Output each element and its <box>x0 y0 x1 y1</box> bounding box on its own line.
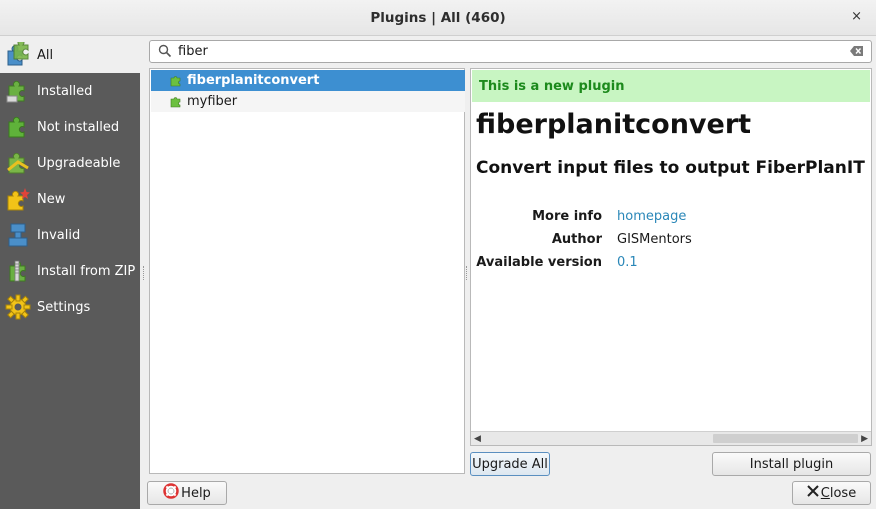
scrollbar-thumb[interactable] <box>713 434 858 443</box>
close-mnemonic: C <box>820 485 830 501</box>
sidebar-item-label: Settings <box>37 299 91 315</box>
sidebar-item-label: Invalid <box>37 227 81 243</box>
sidebar-item-new[interactable]: New <box>0 181 140 217</box>
info-row-more-info: More info homepage <box>471 209 871 227</box>
settings-gear-icon <box>5 294 31 320</box>
details-horizontal-scrollbar[interactable]: ◀ ▶ <box>471 431 871 445</box>
plugin-icon <box>170 74 183 87</box>
upgradeable-plugins-icon <box>5 150 31 176</box>
help-label: Help <box>181 485 211 501</box>
plugin-title: fiberplanitconvert <box>476 109 752 140</box>
not-installed-plugins-icon <box>5 114 31 140</box>
details-splitter-handle[interactable] <box>466 266 469 280</box>
clear-search-icon[interactable] <box>850 45 864 61</box>
all-plugins-icon <box>5 42 31 68</box>
search-icon <box>158 44 172 62</box>
plugin-name: fiberplanitconvert <box>187 73 320 88</box>
new-plugins-icon <box>5 186 31 212</box>
help-lifebuoy-icon <box>163 483 179 503</box>
info-key: Available version <box>476 255 602 270</box>
scroll-left-icon[interactable]: ◀ <box>474 434 481 444</box>
title-bar: Plugins | All (460) × <box>0 0 876 36</box>
search-input[interactable] <box>178 43 828 60</box>
plugin-list: fiberplanitconvert myfiber <box>149 68 465 474</box>
sidebar-item-label: Install from ZIP <box>37 263 136 279</box>
install-zip-icon <box>5 258 31 284</box>
new-plugin-banner: This is a new plugin <box>472 70 870 102</box>
version-link[interactable]: 0.1 <box>617 255 638 270</box>
upgrade-all-button[interactable]: Upgrade All <box>470 452 550 476</box>
sidebar-item-label: Upgradeable <box>37 155 121 171</box>
invalid-plugins-icon <box>5 222 31 248</box>
scroll-right-icon[interactable]: ▶ <box>861 434 868 444</box>
list-item[interactable]: fiberplanitconvert <box>151 70 465 91</box>
info-key: More info <box>532 209 602 224</box>
info-row-author: Author GISMentors <box>471 232 871 250</box>
info-key: Author <box>551 232 602 247</box>
window-close-icon[interactable]: × <box>851 9 862 24</box>
list-item[interactable]: myfiber <box>151 91 465 112</box>
search-box <box>149 40 872 63</box>
close-x-icon <box>807 485 819 501</box>
install-plugin-label: Install plugin <box>749 456 834 472</box>
sidebar-item-label: Installed <box>37 83 93 99</box>
sidebar-item-upgradeable[interactable]: Upgradeable <box>0 145 140 181</box>
help-button[interactable]: Help <box>147 481 227 505</box>
sidebar-item-label: New <box>37 191 66 207</box>
installed-plugins-icon <box>5 78 31 104</box>
close-label: lose <box>829 485 857 501</box>
plugin-description: Convert input files to output FiberPlanI… <box>476 158 872 178</box>
upgrade-all-label: Upgrade All <box>472 456 548 472</box>
info-row-available-version: Available version 0.1 <box>471 255 871 273</box>
homepage-link[interactable]: homepage <box>617 209 686 224</box>
sidebar-item-not-installed[interactable]: Not installed <box>0 109 140 145</box>
sidebar-item-label: All <box>37 47 54 63</box>
new-plugin-banner-text: This is a new plugin <box>479 79 625 94</box>
plugin-name: myfiber <box>187 94 238 109</box>
category-sidebar: All Installed Not installed Upgradeable … <box>0 37 140 509</box>
sidebar-item-all[interactable]: All <box>0 37 140 73</box>
close-button[interactable]: Close <box>792 481 871 505</box>
sidebar-item-settings[interactable]: Settings <box>0 289 140 325</box>
sidebar-item-installed[interactable]: Installed <box>0 73 140 109</box>
plugin-icon <box>170 95 183 108</box>
author-value: GISMentors <box>617 232 692 247</box>
sidebar-splitter-handle[interactable] <box>143 266 146 280</box>
sidebar-item-label: Not installed <box>37 119 120 135</box>
install-plugin-button[interactable]: Install plugin <box>712 452 871 476</box>
sidebar-item-install-from-zip[interactable]: Install from ZIP <box>0 253 140 289</box>
window-title: Plugins | All (460) <box>370 10 506 26</box>
sidebar-item-invalid[interactable]: Invalid <box>0 217 140 253</box>
plugin-details-panel: This is a new plugin fiberplanitconvert … <box>470 68 872 446</box>
